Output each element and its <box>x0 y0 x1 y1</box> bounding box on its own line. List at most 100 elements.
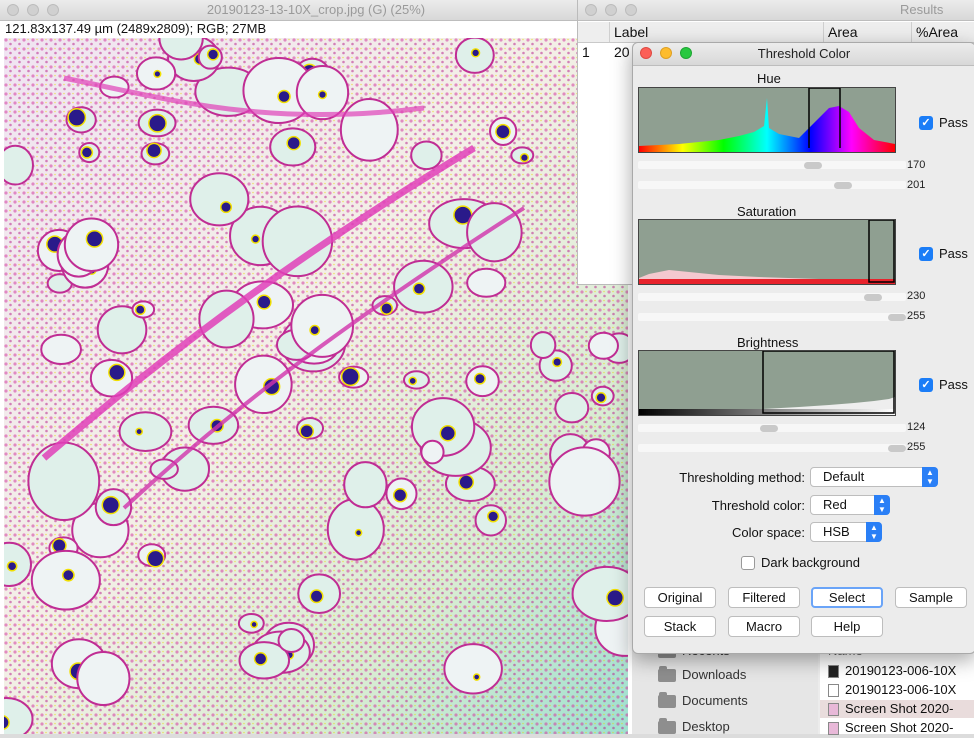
stack-button[interactable]: Stack <box>644 616 716 637</box>
minimize-window-icon[interactable] <box>27 4 39 16</box>
results-col-pct-area[interactable]: %Area <box>912 22 974 42</box>
dark-background-label: Dark background <box>761 555 860 570</box>
results-col-area[interactable]: Area <box>824 22 912 42</box>
nucleus <box>519 153 530 163</box>
lacuna <box>40 333 82 366</box>
macro-button[interactable]: Macro <box>728 616 800 637</box>
sidebar-item-label: Desktop <box>682 719 730 734</box>
saturation-pass-checkbox[interactable]: ✓ Pass <box>919 246 968 261</box>
help-button[interactable]: Help <box>811 616 883 637</box>
brightness-min-slider[interactable] <box>638 424 906 432</box>
nucleus <box>392 488 408 503</box>
dark-background-checkbox[interactable]: Dark background <box>741 555 860 570</box>
thresholding-method-label: Thresholding method: <box>679 470 805 485</box>
saturation-label: Saturation <box>737 204 797 219</box>
results-window-titlebar[interactable]: Results <box>578 0 974 21</box>
lacuna <box>466 267 507 298</box>
nucleus <box>61 568 75 582</box>
filtered-button[interactable]: Filtered <box>728 587 800 608</box>
nucleus <box>458 474 475 490</box>
window-controls <box>7 4 59 16</box>
nucleus <box>135 427 144 436</box>
threshold-window-title: Threshold Color <box>757 46 851 61</box>
brightness-pass-label: Pass <box>939 377 968 392</box>
lacuna <box>27 441 101 521</box>
list-item[interactable]: Screen Shot 2020- <box>820 700 974 718</box>
nucleus <box>552 356 563 368</box>
nucleus <box>412 282 426 296</box>
thresholding-method-select[interactable]: Default ▲ ▼ <box>810 467 938 487</box>
color-space-select[interactable]: HSB ▲ ▼ <box>810 522 882 542</box>
list-item[interactable]: Screen Shot 2020- <box>828 719 953 737</box>
results-col-index[interactable] <box>578 22 610 42</box>
color-space-value: HSB <box>823 524 850 539</box>
nucleus <box>286 135 301 151</box>
zoom-window-icon[interactable] <box>47 4 59 16</box>
finder-file-list: Name 20190123-006-10X 20190123-006-10X S… <box>820 640 974 737</box>
select-button[interactable]: Select <box>811 587 883 608</box>
folder-icon <box>658 691 676 708</box>
threshold-window-titlebar[interactable]: Threshold Color <box>633 43 974 66</box>
minimize-icon[interactable] <box>660 47 672 59</box>
results-zoom-icon[interactable] <box>625 4 637 16</box>
micrograph-canvas[interactable] <box>4 38 628 734</box>
hue-min-slider[interactable] <box>638 161 906 169</box>
list-item[interactable]: 20190123-006-10X <box>828 681 956 699</box>
nucleus <box>472 673 481 681</box>
nucleus <box>108 363 126 382</box>
slider-knob[interactable] <box>888 445 906 452</box>
brightness-max-slider[interactable] <box>638 444 906 452</box>
lacuna <box>4 144 34 186</box>
slider-knob[interactable] <box>834 182 852 189</box>
file-name: 20190123-006-10X <box>845 663 957 678</box>
lacuna <box>326 498 385 561</box>
slider-knob[interactable] <box>864 294 882 301</box>
saturation-max-slider[interactable] <box>638 313 906 321</box>
checkbox-unchecked-icon <box>741 555 755 570</box>
nucleus <box>595 392 607 404</box>
saturation-histogram <box>638 219 896 285</box>
sidebar-item-downloads[interactable]: Downloads <box>658 664 746 686</box>
nucleus <box>148 113 167 133</box>
nucleus <box>206 48 220 61</box>
nucleus <box>256 294 272 310</box>
lacuna <box>189 172 250 227</box>
slider-knob[interactable] <box>804 162 822 169</box>
nucleus <box>473 372 486 385</box>
nucleus <box>146 549 165 568</box>
nucleus <box>606 588 625 607</box>
lacuna <box>420 439 445 465</box>
hue-pass-label: Pass <box>939 115 968 130</box>
checkmark-icon: ✓ <box>919 115 933 130</box>
nucleus <box>146 142 162 159</box>
image-window-titlebar[interactable]: 20190123-13-10X_crop.jpg (G) (25%) <box>0 0 632 21</box>
slider-knob[interactable] <box>760 425 778 432</box>
finder-window: Recents Downloads Documents Desktop Name… <box>632 640 974 737</box>
threshold-color-select[interactable]: Red ▲ ▼ <box>810 495 890 515</box>
sidebar-item-desktop[interactable]: Desktop <box>658 716 730 738</box>
original-button[interactable]: Original <box>644 587 716 608</box>
nucleus <box>470 48 481 58</box>
image-file-icon <box>828 664 839 678</box>
nucleus <box>80 146 94 159</box>
results-minimize-icon[interactable] <box>605 4 617 16</box>
slider-knob[interactable] <box>888 314 906 321</box>
close-window-icon[interactable] <box>7 4 19 16</box>
file-name: 20190123-006-10X <box>845 682 957 697</box>
results-col-label[interactable]: Label <box>610 22 824 42</box>
hue-max-slider[interactable] <box>638 181 906 189</box>
close-icon[interactable] <box>640 47 652 59</box>
thresholding-method-value: Default <box>823 469 865 484</box>
zoom-icon[interactable] <box>680 47 692 59</box>
list-item[interactable]: 20190123-006-10X <box>828 662 956 680</box>
brightness-pass-checkbox[interactable]: ✓ Pass <box>919 377 968 392</box>
threshold-color-window: Threshold Color Hue ✓ Pass 170 201 Satur… <box>632 42 974 654</box>
sample-button[interactable]: Sample <box>895 587 967 608</box>
saturation-min-slider[interactable] <box>638 293 906 301</box>
results-close-icon[interactable] <box>585 4 597 16</box>
sidebar-item-documents[interactable]: Documents <box>658 690 748 712</box>
threshold-color-label: Threshold color: <box>711 498 805 513</box>
saturation-min-value: 230 <box>907 290 926 302</box>
finder-sidebar: Recents Downloads Documents Desktop <box>632 640 818 734</box>
hue-pass-checkbox[interactable]: ✓ Pass <box>919 115 968 130</box>
